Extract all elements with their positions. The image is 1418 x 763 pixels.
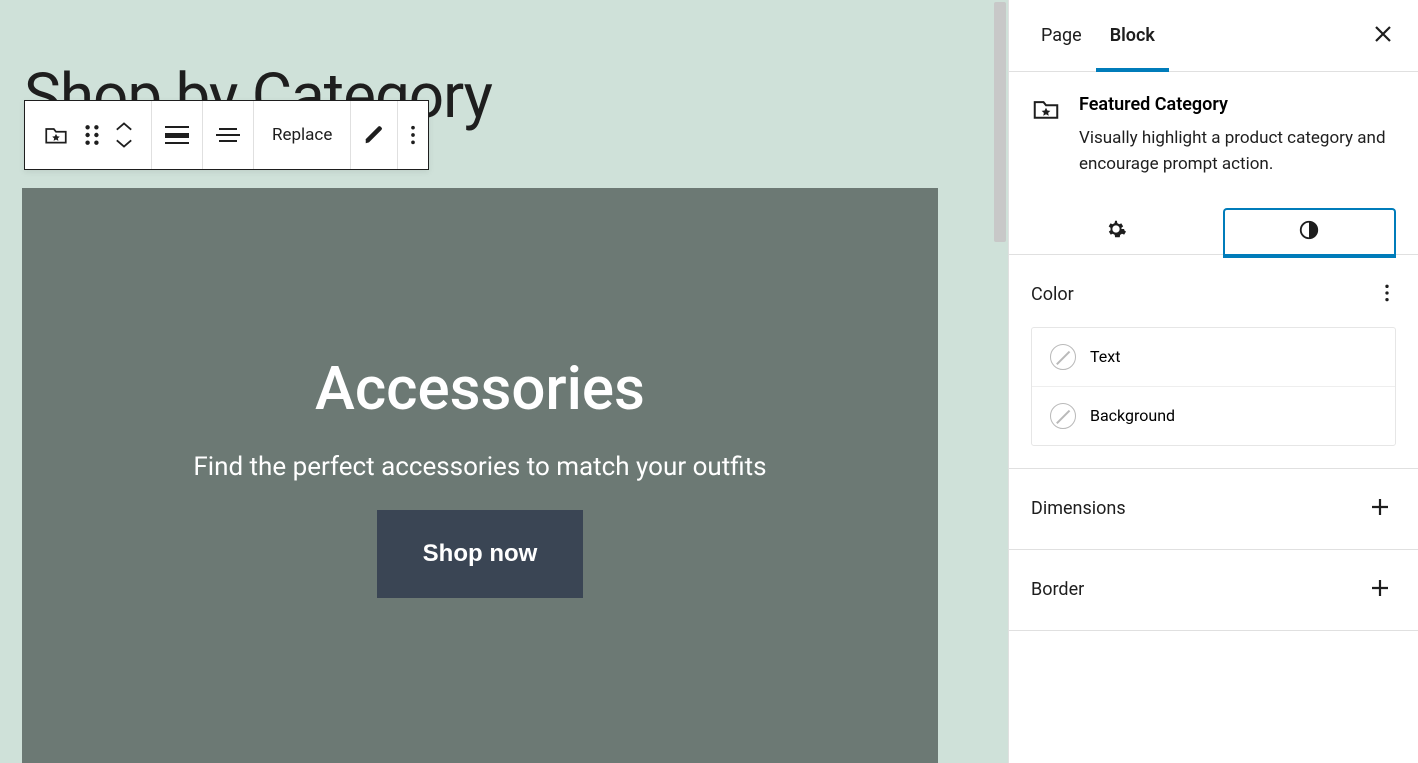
subtab-styles[interactable] <box>1223 208 1397 254</box>
close-sidebar-button[interactable] <box>1366 17 1400 55</box>
block-description: Featured Category Visually highlight a p… <box>1009 72 1418 204</box>
featured-category-block[interactable]: Accessories Find the perfect accessories… <box>22 188 938 763</box>
tile-subtitle[interactable]: Find the perfect accessories to match yo… <box>193 452 766 482</box>
color-list: Text Background <box>1031 327 1396 446</box>
vertical-align-button[interactable] <box>203 101 254 169</box>
settings-sidebar: Page Block Featured Category Visually hi… <box>1008 0 1418 763</box>
color-text-row[interactable]: Text <box>1032 328 1395 386</box>
gear-icon <box>1105 218 1127 244</box>
move-down-button[interactable] <box>115 137 133 149</box>
styles-icon <box>1298 219 1320 245</box>
tab-page[interactable]: Page <box>1027 0 1096 71</box>
block-desc-text: Visually highlight a product category an… <box>1079 125 1396 178</box>
canvas-scrollbar-thumb[interactable] <box>994 2 1006 242</box>
panel-dimensions: Dimensions <box>1009 469 1418 550</box>
panel-dimensions-title: Dimensions <box>1031 498 1126 519</box>
align-button[interactable] <box>152 101 203 169</box>
subtab-settings[interactable] <box>1031 208 1201 254</box>
replace-label: Replace <box>272 125 332 145</box>
editor-canvas[interactable]: ▲ Shop by Category <box>0 0 1008 763</box>
empty-swatch-icon <box>1050 344 1076 370</box>
more-options-button[interactable] <box>398 101 428 169</box>
sidebar-tabs: Page Block <box>1009 0 1418 72</box>
panel-dimensions-add[interactable] <box>1364 491 1396 527</box>
move-up-button[interactable] <box>115 121 133 133</box>
panel-color-title: Color <box>1031 284 1074 305</box>
color-background-label: Background <box>1090 406 1175 425</box>
panel-border-add[interactable] <box>1364 572 1396 608</box>
replace-button[interactable]: Replace <box>254 101 351 169</box>
edit-button[interactable] <box>351 101 398 169</box>
tile-title[interactable]: Accessories <box>315 353 645 424</box>
tab-block[interactable]: Block <box>1096 0 1169 71</box>
block-toolbar: Replace <box>24 100 429 170</box>
panel-color-options[interactable] <box>1378 277 1396 313</box>
empty-swatch-icon <box>1050 403 1076 429</box>
block-title: Featured Category <box>1079 94 1396 115</box>
color-background-row[interactable]: Background <box>1032 386 1395 445</box>
panel-color: Color Text Background <box>1009 255 1418 469</box>
panel-border-title: Border <box>1031 579 1084 600</box>
featured-category-icon[interactable] <box>43 122 69 148</box>
drag-handle-icon[interactable] <box>83 124 101 146</box>
color-text-label: Text <box>1090 347 1120 366</box>
block-type-group <box>25 101 152 169</box>
panel-border: Border <box>1009 550 1418 631</box>
sidebar-subtabs <box>1009 204 1418 255</box>
shop-now-button[interactable]: Shop now <box>377 510 584 598</box>
featured-category-icon <box>1031 94 1061 178</box>
